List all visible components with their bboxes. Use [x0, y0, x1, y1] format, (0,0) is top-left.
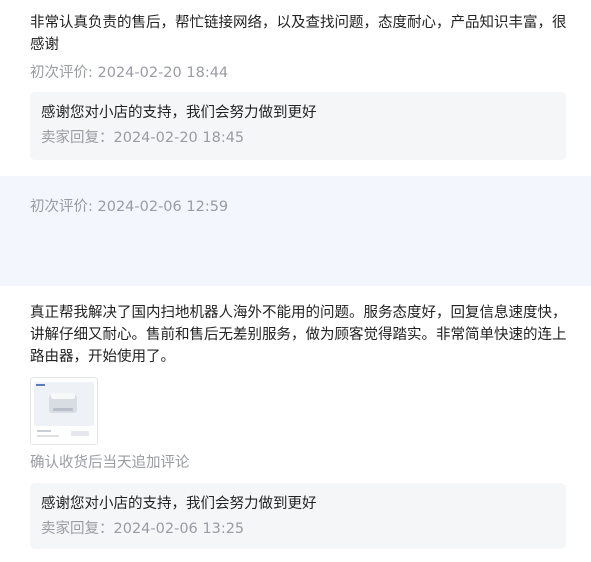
review-1-text: 非常认真负责的售后，帮忙链接网络，以及查找问题，态度耐心，产品知识丰富，很感谢	[30, 15, 567, 53]
review-1-date: 初次评价: 2024-02-20 18:44	[30, 65, 229, 81]
robot-vacuum-product-image	[31, 378, 97, 444]
review-2-date: 初次评价: 2024-02-06 12:59	[30, 199, 229, 215]
review-1-seller-reply: 感谢您对小店的支持，我们会努力做到更好 卖家回复：2024-02-20 18:4…	[30, 92, 566, 160]
review-1-reply-text: 感谢您对小店的支持，我们会努力做到更好	[41, 105, 317, 121]
review-3-seller-reply: 感谢您对小店的支持，我们会努力做到更好 卖家回复：2024-02-06 13:2…	[30, 483, 566, 549]
review-3-text: 真正帮我解决了国内扫地机器人海外不能用的问题。服务态度好，回复信息速度快，讲解仔…	[30, 305, 567, 365]
review-3-photo-thumbnail[interactable]	[30, 377, 98, 445]
review-list: 非常认真负责的售后，帮忙链接网络，以及查找问题，态度耐心，产品知识丰富，很感谢 …	[0, 0, 591, 562]
review-2-block	[0, 176, 591, 286]
review-1-reply-date: 卖家回复：2024-02-20 18:45	[41, 130, 245, 146]
review-3-reply-date: 卖家回复：2024-02-06 13:25	[41, 521, 245, 537]
review-3-reply-text: 感谢您对小店的支持，我们会努力做到更好	[41, 496, 317, 512]
review-3-followup-label: 确认收货后当天追加评论	[30, 455, 190, 471]
